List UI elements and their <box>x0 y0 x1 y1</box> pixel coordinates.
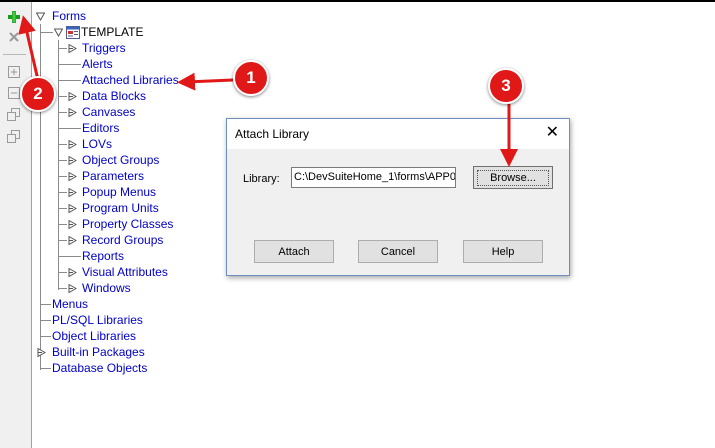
tree-line-module <box>58 40 59 290</box>
tree-node-property-classes[interactable]: Property Classes <box>82 216 173 232</box>
tree-node-object-libraries[interactable]: Object Libraries <box>52 328 136 344</box>
tree-node-menus[interactable]: Menus <box>52 296 88 312</box>
expand-toggle-icon[interactable] <box>68 220 77 229</box>
tree-connector <box>59 64 81 65</box>
step-badge-1: 1 <box>233 60 269 96</box>
tree-connector <box>59 112 67 113</box>
tree-node-forms[interactable]: Forms <box>52 8 86 24</box>
create-button[interactable] <box>4 8 24 26</box>
collapse-all-icon <box>7 130 20 143</box>
expand-toggle-icon[interactable] <box>68 156 77 165</box>
library-path-input[interactable]: C:\DevSuiteHome_1\forms\APP0 <box>291 167 456 188</box>
tree-connector <box>41 320 51 321</box>
dialog-title: Attach Library <box>235 127 310 141</box>
expand-toggle-icon[interactable] <box>68 284 77 293</box>
expand-toggle-icon[interactable] <box>68 92 77 101</box>
tree-connector <box>59 272 67 273</box>
tree-connector <box>59 160 67 161</box>
tree-connector <box>59 144 67 145</box>
object-navigator-toolbar <box>0 2 32 448</box>
tree-node-alerts[interactable]: Alerts <box>82 56 113 72</box>
browse-button[interactable]: Browse... <box>473 166 553 189</box>
attach-library-dialog: Attach Library ✕ Library: C:\DevSuiteHom… <box>226 118 570 276</box>
delete-x-icon <box>9 32 19 42</box>
expand-toggle-icon[interactable] <box>68 140 77 149</box>
tree-connector <box>59 208 67 209</box>
library-label: Library: <box>243 173 280 185</box>
dialog-title-bar[interactable]: Attach Library ✕ <box>227 119 569 149</box>
tree-connector <box>59 288 67 289</box>
delete-button[interactable] <box>4 28 24 46</box>
collapse-toggle-icon[interactable] <box>36 12 45 21</box>
expand-all-icon <box>7 108 20 121</box>
tree-connector <box>59 256 81 257</box>
tree-connector <box>41 368 51 369</box>
tree-node-parameters[interactable]: Parameters <box>82 168 144 184</box>
tree-node-template-module[interactable]: TEMPLATE <box>81 24 143 40</box>
collapse-all-button[interactable] <box>4 128 24 146</box>
tree-node-pl-sql-libraries[interactable]: PL/SQL Libraries <box>52 312 143 328</box>
help-button-label: Help <box>491 245 515 258</box>
tree-node-record-groups[interactable]: Record Groups <box>82 232 163 248</box>
tree-connector <box>59 224 67 225</box>
tree-connector <box>59 192 67 193</box>
tree-node-visual-attributes[interactable]: Visual Attributes <box>82 264 168 280</box>
expand-button[interactable] <box>4 63 24 81</box>
expand-toggle-icon[interactable] <box>68 268 77 277</box>
cancel-button-label: Cancel <box>380 245 416 258</box>
expand-toggle-icon[interactable] <box>68 172 77 181</box>
tree-node-database-objects[interactable]: Database Objects <box>52 360 147 376</box>
tree-connector <box>59 80 81 81</box>
tree-node-built-in-packages[interactable]: Built-in Packages <box>52 344 145 360</box>
tree-node-program-units[interactable]: Program Units <box>82 200 159 216</box>
expand-toggle-icon[interactable] <box>68 204 77 213</box>
expand-toggle-icon[interactable] <box>68 188 77 197</box>
step-badge-3: 3 <box>488 68 524 104</box>
form-module-icon <box>66 26 80 39</box>
toolbar-separator <box>3 54 26 55</box>
tree-node-canvases[interactable]: Canvases <box>82 104 135 120</box>
tree-node-popup-menus[interactable]: Popup Menus <box>82 184 156 200</box>
tree-node-triggers[interactable]: Triggers <box>82 40 126 56</box>
tree-node-editors[interactable]: Editors <box>82 120 119 136</box>
expand-icon <box>8 66 20 78</box>
expand-toggle-icon[interactable] <box>68 108 77 117</box>
collapse-icon <box>8 87 20 99</box>
plus-create-icon <box>8 11 20 23</box>
step-badge-2: 2 <box>20 76 56 112</box>
close-icon[interactable]: ✕ <box>546 125 559 141</box>
tree-node-object-groups[interactable]: Object Groups <box>82 152 159 168</box>
tree-node-lovs[interactable]: LOVs <box>82 136 112 152</box>
expand-toggle-icon[interactable] <box>68 44 77 53</box>
collapse-toggle-icon[interactable] <box>54 28 63 37</box>
help-button[interactable]: Help <box>463 240 543 263</box>
tree-node-windows[interactable]: Windows <box>82 280 131 296</box>
tree-connector <box>41 304 51 305</box>
tree-connector <box>59 48 67 49</box>
tree-connector <box>59 128 81 129</box>
tree-node-reports[interactable]: Reports <box>82 248 124 264</box>
cancel-button[interactable]: Cancel <box>358 240 438 263</box>
attach-button-label: Attach <box>278 245 310 258</box>
tree-node-data-blocks[interactable]: Data Blocks <box>82 88 146 104</box>
tree-connector <box>59 240 67 241</box>
expand-all-button[interactable] <box>4 106 24 124</box>
browse-button-label: Browse... <box>477 169 549 186</box>
tree-connector <box>41 336 51 337</box>
expand-toggle-icon[interactable] <box>37 348 46 357</box>
expand-toggle-icon[interactable] <box>68 236 77 245</box>
tree-connector <box>59 176 67 177</box>
tree-connector <box>41 32 53 33</box>
tree-node-attached-libraries[interactable]: Attached Libraries <box>82 72 179 88</box>
attach-button[interactable]: Attach <box>254 240 334 263</box>
tree-connector <box>59 96 67 97</box>
